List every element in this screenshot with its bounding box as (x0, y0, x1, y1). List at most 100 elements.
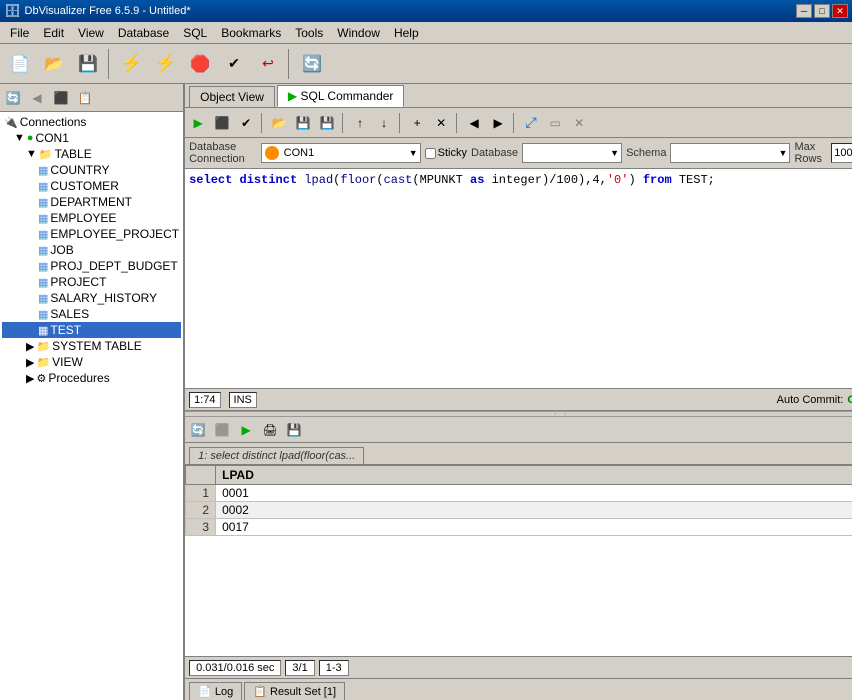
table-row: 2 0002 (186, 502, 852, 519)
menu-edit[interactable]: Edit (37, 24, 70, 42)
menu-tools[interactable]: Tools (289, 24, 329, 42)
sql-func-lpad: lpad (304, 173, 333, 187)
refresh-button[interactable]: 🔄 (296, 48, 328, 80)
rollback-button[interactable]: ↩ (252, 48, 284, 80)
tab-object-view[interactable]: Object View (189, 86, 275, 107)
menu-sql[interactable]: SQL (177, 24, 213, 42)
connect-button[interactable]: ⚡ (116, 48, 148, 80)
connection-select[interactable]: CON1 ▼ (261, 143, 421, 163)
max-rows-input[interactable]: 1000 (831, 143, 852, 163)
result-set-icon: 📋 (253, 686, 267, 698)
disconnect-button[interactable]: ⚡ (150, 48, 182, 80)
con1-icon: ● (27, 132, 34, 144)
close-button[interactable]: ✕ (832, 4, 848, 18)
tree-procedures[interactable]: ▶ ⚙ Procedures (2, 370, 181, 386)
tab-sql-commander[interactable]: ▶ SQL Commander (277, 85, 405, 107)
sql-minimize-btn[interactable]: ▭ (544, 112, 566, 134)
sql-sep-5 (513, 113, 516, 133)
sql-add-tab-btn[interactable]: + (406, 112, 428, 134)
result-save-btn[interactable]: 💾 (283, 419, 305, 441)
timing-stat: 0.031/0.016 sec (189, 660, 281, 676)
tree-table-department[interactable]: ▦ DEPARTMENT (2, 194, 181, 210)
menu-view[interactable]: View (72, 24, 110, 42)
sql-string-0: '0' (607, 173, 629, 187)
sql-save-as-btn[interactable]: 💾 (316, 112, 338, 134)
sql-status-bar: 1:74 INS Auto Commit: ON Untitled* (185, 389, 852, 411)
open-button[interactable]: 📂 (38, 48, 70, 80)
result-tab-1[interactable]: 1: select distinct lpad(floor(cas... (189, 447, 364, 464)
bottom-tab-log[interactable]: 📄 Log (189, 682, 242, 700)
rows-stat: 3/1 (285, 660, 314, 676)
tree-table-sales[interactable]: ▦ SALES (2, 306, 181, 322)
tree-connections[interactable]: 🔌 Connections (2, 114, 181, 130)
tree-table-job[interactable]: ▦ JOB (2, 242, 181, 258)
menu-database[interactable]: Database (112, 24, 175, 42)
left-refresh-btn[interactable]: 🔄 (2, 87, 24, 109)
stop-button[interactable]: 🛑 (184, 48, 216, 80)
sql-run-btn[interactable]: ▶ (187, 112, 209, 134)
tree-table-project[interactable]: ▦ PROJECT (2, 274, 181, 290)
commit-button[interactable]: ✔ (218, 48, 250, 80)
tree-table-group[interactable]: ▼ 📁 TABLE (2, 146, 181, 162)
sql-history-prev-btn[interactable]: ↑ (349, 112, 371, 134)
proj-dept-budget-icon: ▦ (38, 260, 48, 273)
result-stop-btn[interactable]: ⬛ (211, 419, 233, 441)
result-print-btn[interactable]: 🖨 (259, 419, 281, 441)
row-num-1: 1 (186, 485, 216, 502)
system-table-icon: 📁 (36, 340, 50, 353)
minimize-button[interactable]: ─ (796, 4, 812, 18)
tree-table-employee[interactable]: ▦ EMPLOYEE (2, 210, 181, 226)
sql-close-tab-btn[interactable]: ✕ (430, 112, 452, 134)
sticky-label: Sticky (438, 147, 467, 159)
job-icon: ▦ (38, 244, 48, 257)
left-stop-btn[interactable]: ⬛ (50, 87, 72, 109)
tree-system-table[interactable]: ▶ 📁 SYSTEM TABLE (2, 338, 181, 354)
sql-editor[interactable]: select distinct lpad(floor(cast(MPUNKT a… (185, 169, 852, 389)
sql-paren3: (MPUNKT (412, 173, 470, 187)
sql-history-next-btn[interactable]: ↓ (373, 112, 395, 134)
database-select[interactable]: ▼ (522, 143, 622, 163)
toolbar-sep-1 (108, 49, 112, 79)
tree-con1[interactable]: ▼ ● CON1 (2, 130, 181, 146)
country-icon: ▦ (38, 164, 48, 177)
sql-check-btn[interactable]: ✔ (235, 112, 257, 134)
title-bar-controls: ─ □ ✕ (796, 4, 848, 18)
result-export-btn[interactable]: ▶ (235, 419, 257, 441)
new-button[interactable]: 📄 (4, 48, 36, 80)
result-tab-1-label: 1: select distinct lpad(floor(cas... (198, 450, 355, 462)
bottom-tab-result-set[interactable]: 📋 Result Set [1] (244, 682, 345, 700)
sql-func-cast: cast (384, 173, 413, 187)
sql-open-btn[interactable]: 📂 (268, 112, 290, 134)
tree-table-country[interactable]: ▦ COUNTRY (2, 162, 181, 178)
sticky-checkbox[interactable] (425, 148, 436, 159)
tree-table-customer[interactable]: ▦ CUSTOMER (2, 178, 181, 194)
tree-table-test[interactable]: ▦ TEST (2, 322, 181, 338)
left-expand-btn[interactable]: 📋 (74, 87, 96, 109)
sql-stop-btn[interactable]: ⬛ (211, 112, 233, 134)
tree-table-proj-dept-budget[interactable]: ▦ PROJ_DEPT_BUDGET (2, 258, 181, 274)
sql-maximize-btn[interactable]: ⤢ (520, 112, 542, 134)
save-button[interactable]: 💾 (72, 48, 104, 80)
schema-select[interactable]: ▼ (670, 143, 790, 163)
salary-history-label: SALARY_HISTORY (50, 291, 157, 305)
tree-table-employee-project[interactable]: ▦ EMPLOYEE_PROJECT (2, 226, 181, 242)
tree-view[interactable]: ▶ 📁 VIEW (2, 354, 181, 370)
menu-help[interactable]: Help (388, 24, 425, 42)
title-bar: 🗄 DbVisualizer Free 6.5.9 - Untitled* ─ … (0, 0, 852, 22)
sql-save-btn[interactable]: 💾 (292, 112, 314, 134)
test-icon: ▦ (38, 324, 48, 337)
result-refresh-btn[interactable]: 🔄 (187, 419, 209, 441)
menu-window[interactable]: Window (331, 24, 386, 42)
maximize-button[interactable]: □ (814, 4, 830, 18)
tree-table-salary-history[interactable]: ▦ SALARY_HISTORY (2, 290, 181, 306)
left-back-btn[interactable]: ◀ (26, 87, 48, 109)
sql-prev-tab-btn[interactable]: ◀ (463, 112, 485, 134)
result-panel: 🔄 ⬛ ▶ 🖨 💾 1: select distinct lpad(floor(… (185, 417, 852, 656)
sql-close-btn[interactable]: ✕ (568, 112, 590, 134)
sql-next-tab-btn[interactable]: ▶ (487, 112, 509, 134)
menu-file[interactable]: File (4, 24, 35, 42)
menu-bookmarks[interactable]: Bookmarks (215, 24, 287, 42)
sql-sep-2 (342, 113, 345, 133)
result-header-rownum (186, 466, 216, 485)
row-lpad-2: 0002 (216, 502, 852, 519)
